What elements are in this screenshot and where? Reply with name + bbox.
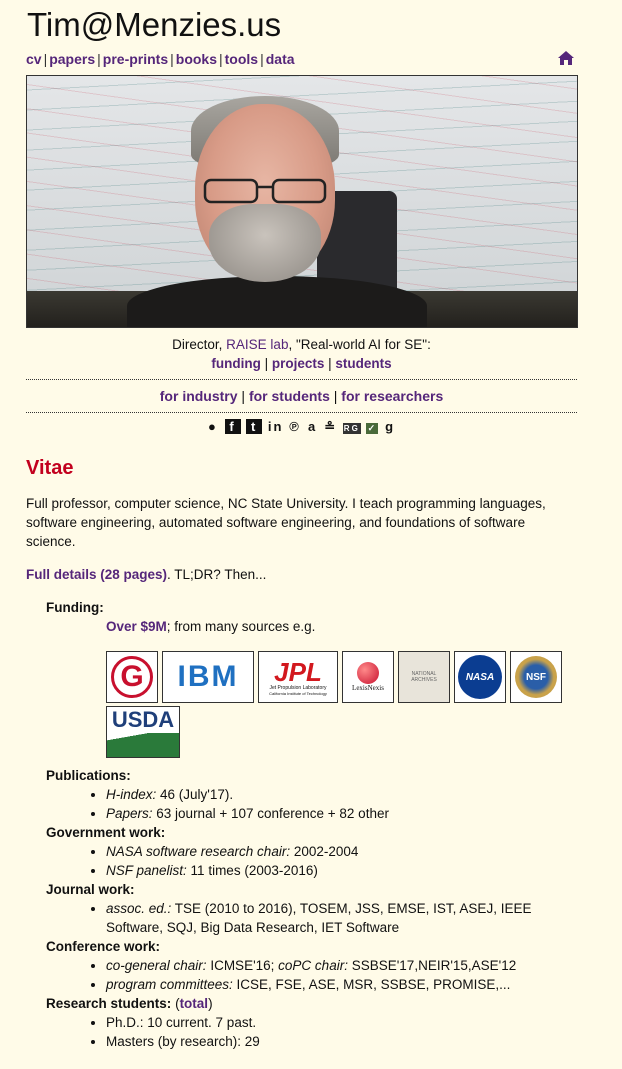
nav-separator: | (219, 51, 223, 67)
page: Tim@Menzies.us cv | papers | pre-prints | book… (26, 6, 578, 1051)
sponsor-logo-national-archives[interactable]: NATIONAL ARCHIVES (398, 651, 450, 703)
details-line: Full details (28 pages). TL;DR? Then... (26, 567, 267, 582)
journal-label: Journal work: (46, 882, 135, 897)
publications-list: H-index: 46 (July'17). Papers: 63 journa… (46, 785, 577, 823)
nav-books[interactable]: books (176, 51, 217, 67)
nav-cv[interactable]: cv (26, 51, 42, 67)
audience-links: for industry | for students | for resear… (159, 388, 444, 404)
raise-lab-link[interactable]: RAISE lab (226, 337, 288, 352)
conference-list: co-general chair: ICMSE'16; coPC chair: … (46, 956, 577, 994)
students-label: Research students: (total) (46, 996, 213, 1011)
director-line: Director, RAISE lab, "Real-world AI for … (172, 337, 431, 371)
sponsor-logo-lexisnexis[interactable]: LexisNexis (342, 651, 394, 703)
government-label: Government work: (46, 825, 166, 840)
scholar-icon[interactable]: ≗ (324, 419, 337, 435)
government-list: NASA software research chair: 2002-2004 … (46, 842, 577, 880)
nav-separator: | (260, 51, 264, 67)
students-total-link[interactable]: total (180, 996, 209, 1011)
list-item: Masters (by research): 29 (106, 1032, 577, 1051)
vitae-intro: Full professor, computer science, NC Sta… (26, 496, 546, 549)
linkedin-icon[interactable]: in (268, 419, 284, 434)
site-title: Tim@Menzies.us (27, 6, 282, 43)
publications-label: Publications: (46, 768, 131, 783)
orcid-icon[interactable]: ✓ (366, 423, 379, 434)
divider (26, 379, 577, 380)
list-item: NASA software research chair: 2002-2004 (106, 842, 577, 861)
sponsor-logo-ibm[interactable]: IBM (162, 651, 254, 703)
full-details-link[interactable]: Full details (28 pages) (26, 567, 167, 582)
sponsor-logo-jpl[interactable]: JPL Jet Propulsion Laboratory California… (258, 651, 338, 703)
sponsor-logo-usda[interactable]: USDA (106, 706, 180, 758)
twitter-icon[interactable]: t (246, 419, 263, 434)
funding-section: Funding: Over $9M; from many sources e.g… (46, 598, 577, 1051)
sponsor-logos: G IBM JPL Jet Propulsion Laboratory Cali… (106, 651, 566, 758)
list-item: program committees: ICSE, FSE, ASE, MSR,… (106, 975, 577, 994)
list-item: assoc. ed.: TSE (2010 to 2016), TOSEM, J… (106, 899, 577, 937)
funding-amount: Over $9M; from many sources e.g. (106, 619, 316, 634)
nav-tools[interactable]: tools (225, 51, 258, 67)
list-item: H-index: 46 (July'17). (106, 785, 577, 804)
researchgate-icon[interactable]: RG (342, 423, 361, 434)
students-list: Ph.D.: 10 current. 7 past. Masters (by r… (46, 1013, 577, 1051)
nav-separator: | (97, 51, 101, 67)
list-item: Papers: 63 journal + 107 conference + 82… (106, 804, 577, 823)
pinterest-icon[interactable]: ℗ (289, 419, 301, 434)
github-icon[interactable]: ● (207, 419, 219, 434)
list-item: co-general chair: ICMSE'16; coPC chair: … (106, 956, 577, 975)
nav-separator: | (170, 51, 174, 67)
for-students-link[interactable]: for students (249, 388, 330, 404)
nav-papers[interactable]: papers (49, 51, 95, 67)
sponsor-logo-g[interactable]: G (106, 651, 158, 703)
funding-label: Funding: (46, 600, 104, 615)
nav-data[interactable]: data (266, 51, 295, 67)
social-icons: ● f t in ℗ a ≗ RG ✓ g (26, 419, 577, 435)
top-nav: cv | papers | pre-prints | books | tools | data (26, 51, 577, 69)
sponsor-logo-nsf[interactable]: NSF (510, 651, 562, 703)
journal-list: assoc. ed.: TSE (2010 to 2016), TOSEM, J… (46, 899, 577, 937)
profile-photo (26, 75, 578, 328)
nav-separator: | (43, 51, 48, 67)
list-item: NSF panelist: 11 times (2003-2016) (106, 861, 577, 880)
conference-label: Conference work: (46, 939, 161, 954)
for-industry-link[interactable]: for industry (160, 388, 238, 404)
facebook-icon[interactable]: f (224, 419, 241, 434)
home-icon[interactable] (557, 50, 575, 66)
list-item: Ph.D.: 10 current. 7 past. (106, 1013, 577, 1032)
projects-link[interactable]: projects (272, 356, 325, 371)
divider (26, 412, 577, 413)
funding-total-link[interactable]: Over $9M (106, 619, 167, 634)
funding-link[interactable]: funding (211, 356, 260, 371)
goodreads-icon[interactable]: g (384, 419, 396, 434)
for-researchers-link[interactable]: for researchers (341, 388, 443, 404)
vitae-heading: Vitae (26, 457, 74, 479)
sponsor-logo-nasa[interactable]: NASA (454, 651, 506, 703)
students-link[interactable]: students (335, 356, 391, 371)
amazon-icon[interactable]: a (307, 419, 319, 434)
nav-pre-prints[interactable]: pre-prints (103, 51, 168, 67)
